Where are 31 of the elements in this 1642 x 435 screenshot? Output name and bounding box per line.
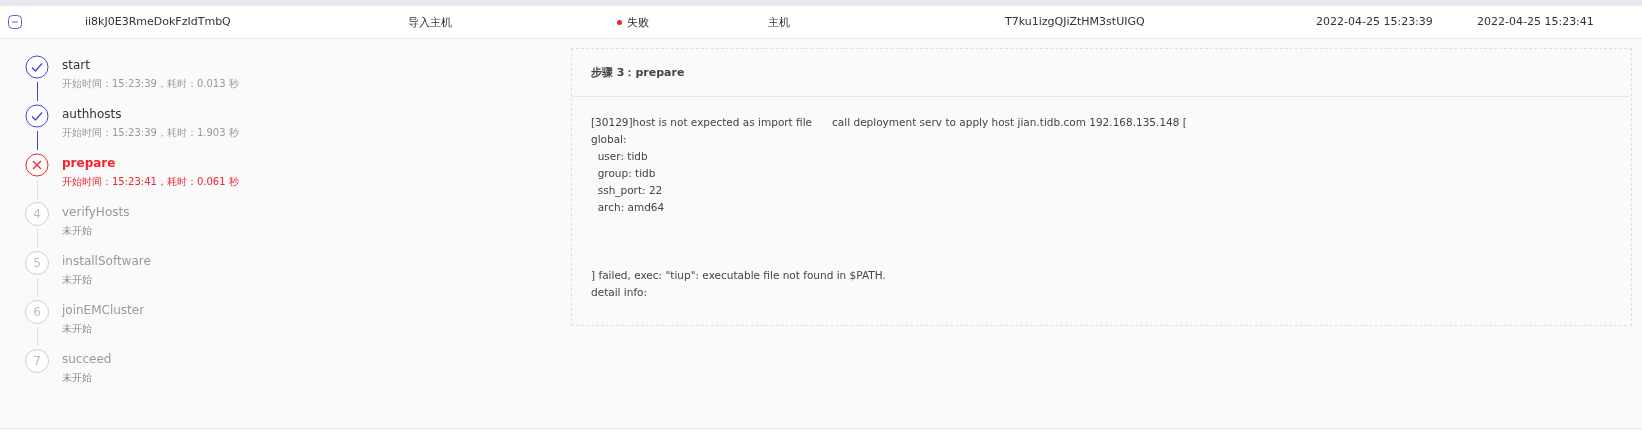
log-text: [30129]host is not expected as import file call deployment serv to apply host jian.tidb.com 192.168.135.148 [ global: user: tidb group: tidb ssh_port: 22 arch: amd64 ] failed, exec: "tiup": executable file not found in $PATH. detail info: — [591, 115, 1188, 300]
step-title: installSoftware — [62, 254, 151, 268]
step-detail: 开始时间：15:23:39，耗时：1.903 秒 — [62, 126, 239, 140]
status-text: 失败 — [627, 15, 649, 30]
step-number: 7 — [25, 349, 49, 373]
step-title: authhosts — [62, 107, 123, 121]
step-detail: 开始时间：15:23:41，耗时：0.061 秒 — [62, 175, 239, 189]
step-detail: 未开始 — [62, 224, 93, 238]
table-cell: 导入主机 — [408, 15, 452, 30]
step-detail: 未开始 — [62, 273, 93, 287]
step-detail: 开始时间：15:23:39，耗时：0.013 秒 — [62, 77, 239, 91]
table-cell: 主机 — [768, 15, 790, 30]
check-circle-icon — [25, 55, 49, 79]
table-cell: 2022-04-25 15:23:41 — [1477, 15, 1594, 28]
step-detail: 未开始 — [62, 371, 93, 385]
check-circle-icon — [25, 104, 49, 128]
cross-circle-icon — [25, 153, 49, 177]
panel-title: 步骤 3：prepare — [591, 65, 685, 80]
step-title: joinEMCluster — [62, 303, 145, 317]
step-title: verifyHosts — [62, 205, 130, 219]
step-title: start — [62, 58, 91, 72]
table-cell: 2022-04-25 15:23:39 — [1316, 15, 1433, 28]
step-number: 5 — [25, 251, 49, 275]
step-number: 4 — [25, 202, 49, 226]
step-detail: 未开始 — [62, 322, 93, 336]
collapse-toggle-icon[interactable] — [8, 15, 22, 29]
step-number: 6 — [25, 300, 49, 324]
table-cell: T7ku1izgQJiZtHM3stUIGQ — [1005, 15, 1145, 28]
table-cell: ii8kJ0E3RmeDokFzIdTmbQ — [85, 15, 231, 28]
step-title: prepare — [62, 156, 117, 170]
step-title: succeed — [62, 352, 112, 366]
